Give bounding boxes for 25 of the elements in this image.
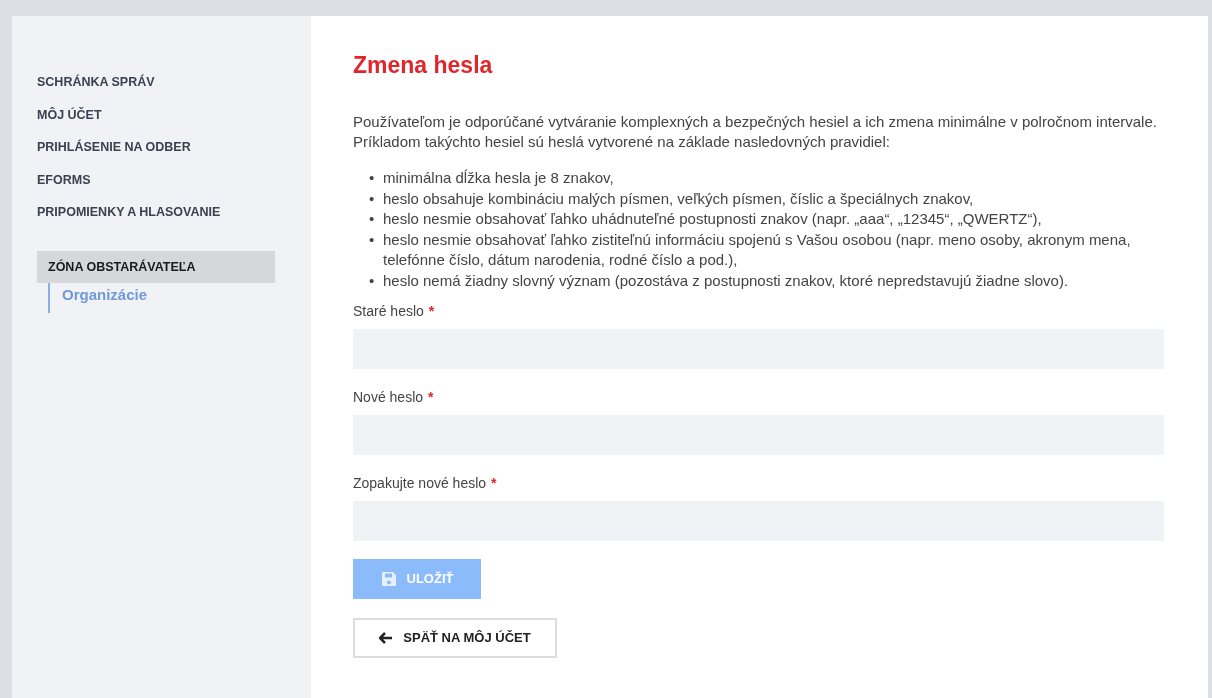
field-label: Zopakujte nové heslo [353, 474, 487, 493]
page-title: Zmena hesla [353, 51, 494, 80]
bullet: • [369, 168, 376, 188]
sidebar-link[interactable]: PRIHLÁSENIE NA ODBER [37, 139, 191, 155]
back-button[interactable]: SPÄŤ NA MÔJ ÚČET [353, 618, 557, 658]
sidebar-link[interactable]: SCHRÁNKA SPRÁV [37, 74, 155, 90]
rule-text: minimálna dĺžka hesla je 8 znakov, [383, 168, 614, 188]
field-label: Nové heslo [353, 388, 424, 407]
required-mark: * [428, 302, 435, 321]
rule-text: heslo nesmie obsahovať ľahko uhádnuteľné postupnosti znakov (napr. „aaa“, „12345“, „QWERTZ“), [383, 209, 1042, 229]
required-mark: * [428, 388, 434, 407]
arrow-left-icon [379, 632, 394, 644]
rule-text: heslo obsahuje kombináciu malých písmen, veľkých písmen, číslic a špeciálnych znakov, [383, 188, 974, 209]
bullet: • [369, 270, 376, 291]
sidebar-group-header[interactable]: ZÓNA OBSTARÁVATEĽA [37, 250, 275, 284]
required-mark: * [491, 474, 497, 493]
bullet: • [369, 229, 376, 250]
rule-text: heslo nemá žiadny slovný význam (pozostáva z postupnosti znakov, ktoré nepredstavujú žiadne slovo). [383, 270, 1069, 291]
sidebar-link[interactable]: EFORMS [37, 171, 91, 188]
sidebar-link[interactable]: PRIPOMIENKY A HLASOVANIE [37, 204, 221, 220]
field-label: Staré heslo [353, 302, 424, 321]
sidebar-link[interactable]: MÔJ ÚČET [37, 106, 102, 123]
bullet: • [369, 209, 376, 229]
bullet: • [369, 188, 376, 209]
intro-paragraph: Používateľom je odporúčané vytváranie komplexných a bezpečných hesiel a ich zmena minimálne v polročnom intervale. Príkladom takýchto hesiel sú heslá vytvorené na základe nasledovných pravidiel: [353, 112, 1158, 152]
